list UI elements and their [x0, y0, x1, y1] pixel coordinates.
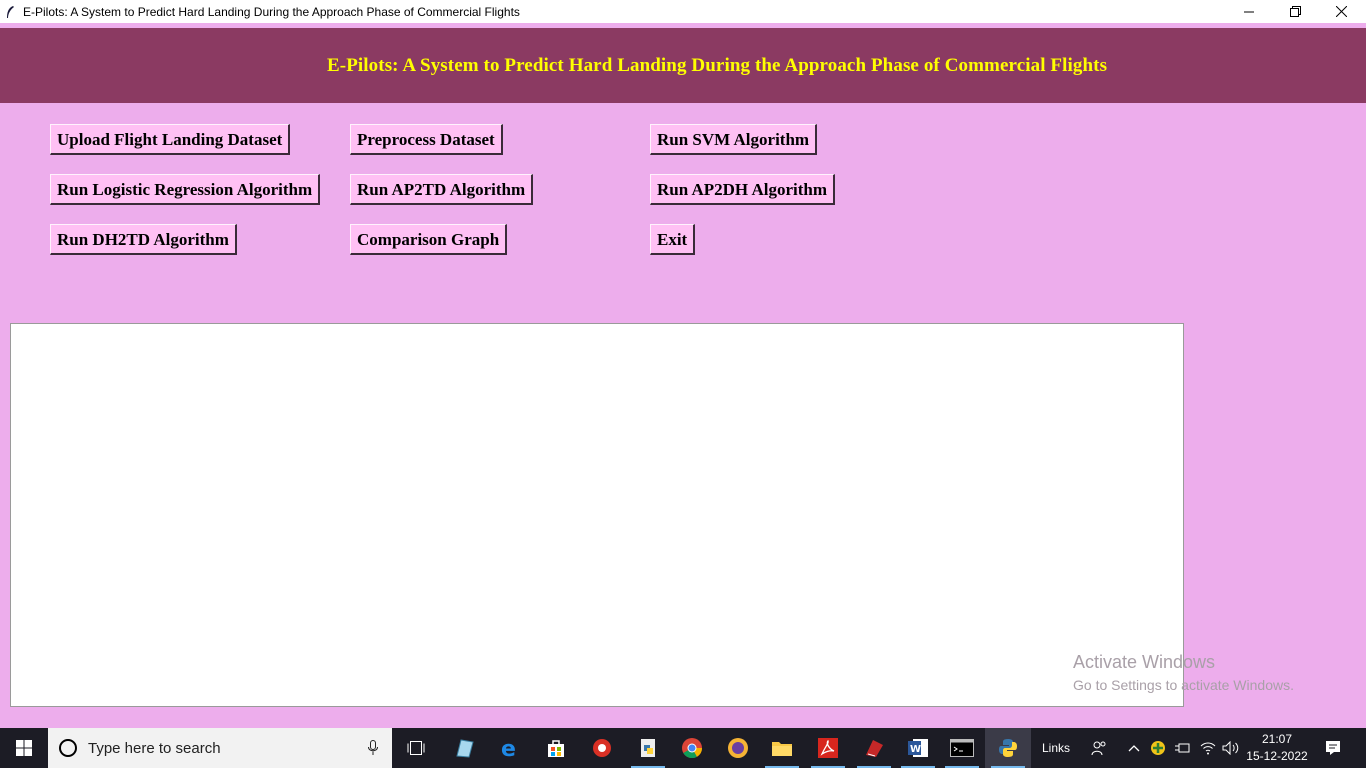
app-header: E-Pilots: A System to Predict Hard Landi…: [0, 28, 1366, 103]
upload-dataset-button[interactable]: Upload Flight Landing Dataset: [50, 124, 291, 155]
python-file-icon: [641, 739, 655, 757]
run-dh2td-button[interactable]: Run DH2TD Algorithm: [50, 224, 237, 255]
notification-icon: [1326, 741, 1340, 755]
links-label: Links: [1041, 741, 1070, 755]
battery-button[interactable]: [1172, 728, 1192, 768]
chrome-icon: [682, 738, 703, 759]
taskbar-app-red[interactable]: [579, 728, 625, 768]
run-ap2dh-button[interactable]: Run AP2DH Algorithm: [650, 174, 836, 205]
taskbar-notes-app[interactable]: [441, 728, 487, 768]
taskbar-python-active[interactable]: [985, 728, 1031, 768]
output-text-area[interactable]: [10, 323, 1184, 707]
shield-app-icon: [728, 738, 748, 758]
volume-button[interactable]: [1220, 728, 1242, 768]
close-icon: [1335, 6, 1347, 17]
comparison-graph-button[interactable]: Comparison Graph: [350, 224, 508, 255]
network-button[interactable]: [1197, 728, 1219, 768]
exit-button[interactable]: Exit: [650, 224, 696, 255]
window-title: E-Pilots: A System to Predict Hard Landi…: [23, 4, 520, 19]
taskbar-python-idle[interactable]: [625, 728, 671, 768]
task-view-button[interactable]: [393, 728, 439, 768]
preprocess-dataset-button[interactable]: Preprocess Dataset: [350, 124, 503, 155]
word-icon: W: [908, 739, 928, 757]
close-button[interactable]: [1318, 0, 1364, 23]
taskbar-word[interactable]: W: [895, 728, 941, 768]
svg-text:e: e: [501, 737, 516, 759]
show-hidden-icons-button[interactable]: [1124, 728, 1144, 768]
notes-icon: [456, 739, 474, 758]
task-view-icon: [407, 741, 425, 755]
cortana-icon: [59, 739, 77, 757]
minimize-icon: [1244, 11, 1254, 12]
taskbar-store[interactable]: [533, 728, 579, 768]
feather-icon: [7, 5, 14, 18]
book-app-icon: [866, 740, 883, 757]
system-clock[interactable]: 21:07 15-12-2022: [1246, 731, 1308, 765]
search-placeholder: Type here to search: [88, 739, 221, 757]
run-ap2td-button[interactable]: Run AP2TD Algorithm: [350, 174, 534, 205]
app-red-icon: [593, 739, 611, 757]
taskbar-app-shield[interactable]: [715, 728, 761, 768]
window-titlebar: E-Pilots: A System to Predict Hard Landi…: [0, 0, 1366, 23]
minimize-button[interactable]: [1226, 0, 1272, 23]
taskbar-file-explorer[interactable]: [759, 728, 805, 768]
power-plug-icon: [1175, 743, 1190, 753]
store-icon: [548, 740, 564, 757]
clock-date: 15-12-2022: [1246, 749, 1308, 763]
tray-app-icon: [1151, 741, 1165, 755]
taskbar-app-book[interactable]: [851, 728, 897, 768]
action-center-button[interactable]: [1318, 728, 1348, 768]
tray-app-button[interactable]: [1148, 728, 1168, 768]
run-logistic-regression-button[interactable]: Run Logistic Regression Algorithm: [50, 174, 321, 205]
app-window: E-Pilots: A System to Predict Hard Landi…: [0, 23, 1366, 728]
run-svm-button[interactable]: Run SVM Algorithm: [650, 124, 818, 155]
taskbar-search-box[interactable]: Type here to search: [48, 728, 392, 768]
clock-time: 21:07: [1261, 732, 1293, 746]
wifi-icon: [1200, 742, 1216, 755]
app-title: E-Pilots: A System to Predict Hard Landi…: [327, 55, 1108, 76]
taskbar-edge[interactable]: e: [487, 728, 533, 768]
volume-icon: [1222, 741, 1239, 755]
terminal-icon: [950, 739, 974, 757]
taskbar-terminal[interactable]: [939, 728, 985, 768]
windows-start-icon: [16, 740, 32, 756]
maximize-button[interactable]: [1272, 0, 1318, 23]
activate-windows-title: Activate Windows: [1073, 652, 1216, 672]
file-explorer-icon: [772, 742, 792, 756]
maximize-icon: [1289, 6, 1301, 17]
taskbar-acrobat[interactable]: [805, 728, 851, 768]
edge-icon: e: [501, 737, 516, 759]
microphone-icon[interactable]: [368, 740, 378, 756]
taskbar: Type here to search e W Links 21:07 15-1…: [0, 728, 1366, 768]
links-toolbar[interactable]: Links: [1036, 728, 1076, 768]
acrobat-icon: [818, 738, 838, 758]
activate-windows-subtitle: Go to Settings to activate Windows.: [1073, 677, 1294, 693]
people-icon: [1091, 741, 1106, 756]
start-button[interactable]: [0, 728, 48, 768]
chevron-up-icon: [1128, 745, 1140, 752]
python-icon: [999, 739, 1017, 757]
svg-text:W: W: [910, 744, 921, 755]
taskbar-chrome[interactable]: [669, 728, 715, 768]
people-button[interactable]: [1086, 728, 1112, 768]
